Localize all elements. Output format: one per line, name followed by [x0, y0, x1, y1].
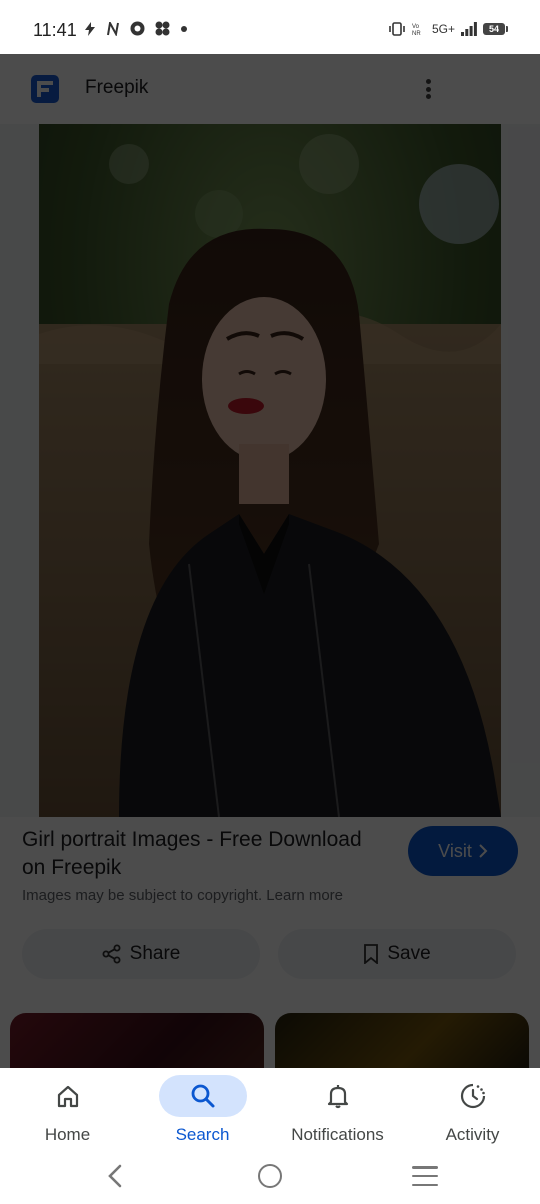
n-notification-icon: [107, 21, 119, 36]
nav-search-label: Search: [175, 1125, 230, 1144]
bell-icon: [327, 1085, 348, 1109]
pinwheel-icon: [155, 21, 170, 36]
svg-text:NR: NR: [412, 31, 421, 36]
nav-activity[interactable]: Activity: [405, 1068, 540, 1154]
status-time: 11:41: [33, 20, 77, 40]
result-title: Girl portrait Images - Free Download on …: [22, 828, 362, 879]
portrait-photo[interactable]: [39, 124, 501, 817]
result-info-panel: Girl portrait Images - Free Download on …: [0, 817, 540, 1083]
back-icon[interactable]: [104, 1163, 126, 1189]
nav-activity-label: Activity: [445, 1125, 500, 1144]
bottom-navigation: Home Search Notifications Activity: [0, 1068, 540, 1154]
chevron-right-icon: [479, 844, 488, 858]
nav-home-label: Home: [44, 1125, 91, 1144]
system-navigation-bar: [0, 1154, 540, 1204]
share-button[interactable]: Share: [22, 929, 260, 979]
status-notification-icons: [84, 21, 188, 36]
share-label: Share: [129, 943, 181, 964]
visit-button[interactable]: Visit: [408, 826, 518, 876]
save-label: Save: [387, 943, 431, 964]
image-viewer-page: Freepik Girl portrait Images - Free Down…: [0, 54, 540, 1083]
svg-text:Vo: Vo: [412, 24, 420, 30]
visit-label: Visit: [438, 840, 472, 861]
battery-icon: 54: [483, 23, 508, 35]
learn-more-link[interactable]: Learn more: [266, 887, 343, 904]
activity-icon: [460, 1083, 485, 1109]
home-button-icon[interactable]: [258, 1164, 282, 1188]
site-header: Freepik: [0, 54, 540, 124]
status-system-icons: Vo NR 5G+ 54: [388, 22, 508, 36]
recents-icon[interactable]: [412, 1166, 438, 1186]
site-title: Freepik: [85, 77, 149, 98]
share-icon: [102, 944, 121, 964]
battery-level: 54: [483, 23, 505, 35]
search-icon: [191, 1084, 214, 1108]
signal-icon: [461, 22, 477, 36]
save-button[interactable]: Save: [278, 929, 516, 979]
nav-notifications-label: Notifications: [291, 1125, 384, 1144]
status-bar: 11:41 Vo NR 5G+ 54: [0, 0, 540, 54]
vibrate-icon: [389, 22, 405, 36]
copyright-text: Images may be subject to copyright.: [22, 887, 263, 904]
home-icon: [57, 1085, 78, 1108]
app-notification-icon: [130, 21, 145, 36]
nav-search[interactable]: Search: [135, 1068, 270, 1154]
freepik-logo: [31, 75, 59, 103]
dot-icon: [181, 25, 187, 32]
network-type: 5G+: [431, 22, 455, 36]
bookmark-icon: [364, 944, 379, 964]
nav-home[interactable]: Home: [0, 1068, 135, 1154]
flash-icon: [85, 21, 95, 36]
volte-icon: VoNR: [412, 24, 421, 36]
copyright-notice: Images may be subject to copyright. Lear…: [22, 887, 343, 904]
more-vert-icon[interactable]: [422, 76, 434, 102]
nav-notifications[interactable]: Notifications: [270, 1068, 405, 1154]
